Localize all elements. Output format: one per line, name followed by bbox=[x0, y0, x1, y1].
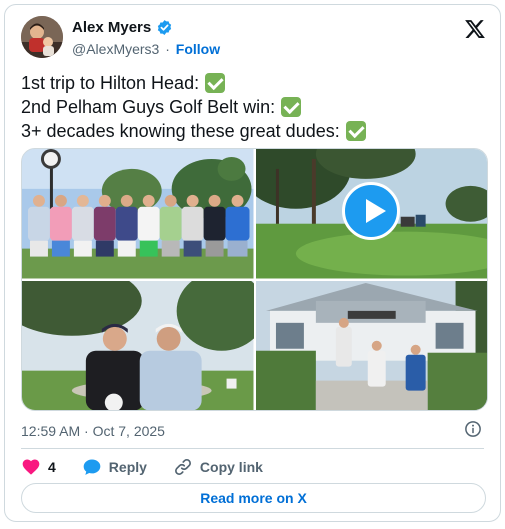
action-bar: 4 Reply Copy link bbox=[21, 456, 289, 478]
tweet-card: Alex Myers @AlexMyers3 · Follow 1st trip… bbox=[4, 4, 501, 522]
info-icon[interactable] bbox=[464, 420, 482, 438]
two-golfers-image bbox=[22, 280, 254, 410]
avatar-image bbox=[21, 16, 63, 58]
copy-link-button[interactable]: Copy link bbox=[173, 457, 263, 477]
reply-button[interactable]: Reply bbox=[82, 457, 147, 477]
author-name-row: Alex Myers bbox=[72, 19, 173, 36]
avatar[interactable] bbox=[21, 16, 63, 58]
x-logo-icon[interactable] bbox=[464, 18, 486, 40]
author-handle[interactable]: @AlexMyers3 bbox=[72, 41, 159, 57]
group-photo-image bbox=[22, 149, 254, 279]
separator-dot: · bbox=[165, 41, 170, 57]
heart-icon bbox=[22, 459, 40, 475]
tweet-line-3: 3+ decades knowing these great dudes: bbox=[21, 119, 481, 143]
media-grid bbox=[21, 148, 488, 411]
like-button[interactable]: 4 bbox=[21, 457, 56, 477]
tweet-timestamp[interactable]: 12:59 AM · Oct 7, 2025 bbox=[21, 423, 165, 439]
tweet-line-text: 3+ decades knowing these great dudes: bbox=[21, 121, 340, 141]
play-video-button[interactable] bbox=[342, 181, 401, 240]
check-mark-icon bbox=[281, 97, 302, 117]
tweet-line-text: 2nd Pelham Guys Golf Belt win: bbox=[21, 97, 276, 117]
tweet-line-1: 1st trip to Hilton Head: bbox=[21, 71, 481, 95]
check-mark-icon bbox=[205, 73, 226, 93]
author-handle-row: @AlexMyers3 · Follow bbox=[72, 41, 220, 57]
media-tile-two-golfers[interactable] bbox=[22, 280, 254, 410]
follow-button[interactable]: Follow bbox=[176, 41, 220, 57]
media-tile-clubhouse[interactable] bbox=[255, 280, 487, 410]
tweet-text: 1st trip to Hilton Head: 2nd Pelham Guys… bbox=[21, 71, 481, 143]
reply-bubble-icon bbox=[83, 459, 101, 475]
tweet-line-2: 2nd Pelham Guys Golf Belt win: bbox=[21, 95, 481, 119]
verified-badge-icon bbox=[158, 20, 172, 35]
reply-label: Reply bbox=[108, 459, 147, 475]
read-more-button[interactable]: Read more on X bbox=[21, 483, 486, 513]
divider bbox=[21, 448, 484, 449]
clubhouse-image bbox=[255, 280, 487, 410]
link-icon bbox=[174, 459, 191, 475]
like-count: 4 bbox=[48, 459, 56, 475]
media-tile-video[interactable] bbox=[255, 149, 487, 279]
author-name[interactable]: Alex Myers bbox=[72, 19, 151, 36]
media-tile-group-photo[interactable] bbox=[22, 149, 254, 279]
tweet-line-text: 1st trip to Hilton Head: bbox=[21, 73, 200, 93]
check-mark-icon bbox=[345, 121, 366, 141]
copy-link-label: Copy link bbox=[199, 459, 263, 475]
